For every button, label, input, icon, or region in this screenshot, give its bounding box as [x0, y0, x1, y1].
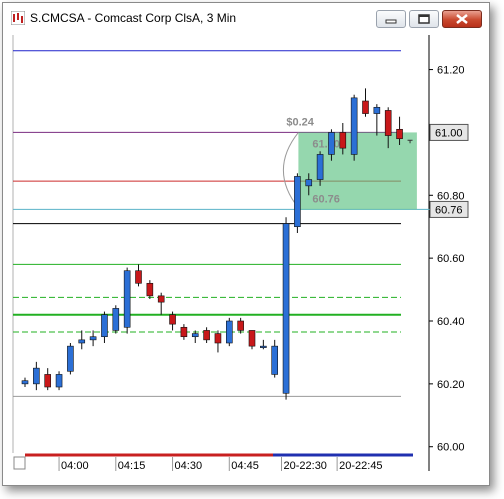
x-tick-label: 04:15 — [118, 460, 146, 472]
candle-body[interactable] — [248, 330, 256, 347]
y-tick-label: 60.60 — [437, 253, 465, 265]
candle-body[interactable] — [282, 223, 290, 394]
candle-body[interactable] — [226, 320, 233, 344]
candle-body[interactable] — [237, 320, 244, 331]
candle-body[interactable] — [362, 100, 369, 114]
candle-body[interactable] — [328, 132, 335, 155]
title-bar[interactable]: S.CMCSA - Comcast Corp ClsA, 3 Min — [3, 3, 489, 31]
candle-body[interactable] — [112, 308, 120, 331]
candle-body[interactable] — [373, 106, 381, 114]
candle-body[interactable] — [33, 367, 40, 385]
candle-body[interactable] — [21, 380, 29, 385]
x-tick-label: 04:00 — [61, 460, 89, 472]
candle-body[interactable] — [180, 326, 188, 338]
candle-body[interactable] — [55, 374, 63, 388]
candle-body[interactable] — [271, 345, 279, 375]
window-title: S.CMCSA - Comcast Corp ClsA, 3 Min — [30, 11, 237, 25]
chart-app-icon — [11, 11, 25, 25]
candle-body[interactable] — [384, 110, 392, 136]
trade-box-label: $0.24 — [286, 116, 314, 128]
candle-body[interactable] — [305, 179, 313, 187]
price-chart[interactable]: $0.24 61.00 60.76 61.20 61.00 60.80 60.60 60.40… — [11, 31, 487, 483]
candle-body[interactable] — [316, 154, 324, 180]
y-tick-label: 60.00 — [437, 442, 465, 454]
price-label-text: 60.76 — [435, 204, 463, 216]
close-icon — [456, 14, 468, 24]
candle-body[interactable] — [135, 270, 142, 284]
candle-body[interactable] — [123, 270, 131, 328]
y-tick-label: 60.20 — [437, 379, 465, 391]
chart-window: S.CMCSA - Comcast Corp ClsA, 3 Min $0.24… — [2, 2, 490, 486]
candle-body[interactable] — [191, 333, 199, 338]
candle-body[interactable] — [214, 333, 222, 344]
trade-box-label: 60.76 — [312, 193, 340, 205]
candle-body[interactable] — [396, 128, 403, 140]
y-tick-label: 60.40 — [437, 316, 465, 328]
minimize-button[interactable] — [376, 10, 406, 28]
price-label-text: 61.00 — [435, 127, 463, 139]
chart-area[interactable]: $0.24 61.00 60.76 61.20 61.00 60.80 60.60 60.40… — [11, 31, 487, 483]
close-button[interactable] — [442, 10, 482, 28]
scroll-box[interactable] — [13, 456, 26, 470]
maximize-button[interactable] — [409, 10, 439, 28]
y-tick-label: 60.80 — [437, 190, 465, 202]
candle-body[interactable] — [339, 132, 347, 149]
candle-body[interactable] — [101, 314, 108, 338]
candle-body[interactable] — [350, 97, 358, 155]
candle-body[interactable] — [294, 176, 301, 228]
candle-body[interactable] — [157, 295, 165, 303]
candle-body[interactable] — [169, 314, 176, 325]
x-tick-label: 04:45 — [231, 460, 259, 472]
trade-box-label: 61.00 — [312, 138, 340, 150]
chart-background — [11, 31, 487, 483]
y-tick-label: 61.20 — [437, 65, 465, 77]
candle-body[interactable] — [67, 345, 74, 372]
candle-body[interactable] — [260, 345, 267, 348]
candle-body[interactable] — [89, 336, 97, 341]
candle-body[interactable] — [44, 374, 52, 388]
maximize-icon — [418, 14, 430, 24]
x-tick-label: 20-22:30 — [284, 460, 327, 472]
x-tick-label: 04:30 — [175, 460, 203, 472]
minimize-icon — [385, 19, 397, 24]
candle-body[interactable] — [78, 339, 86, 344]
candle-body[interactable] — [203, 330, 210, 341]
candle-body[interactable] — [146, 282, 154, 297]
x-tick-label: 20-22:45 — [339, 460, 382, 472]
